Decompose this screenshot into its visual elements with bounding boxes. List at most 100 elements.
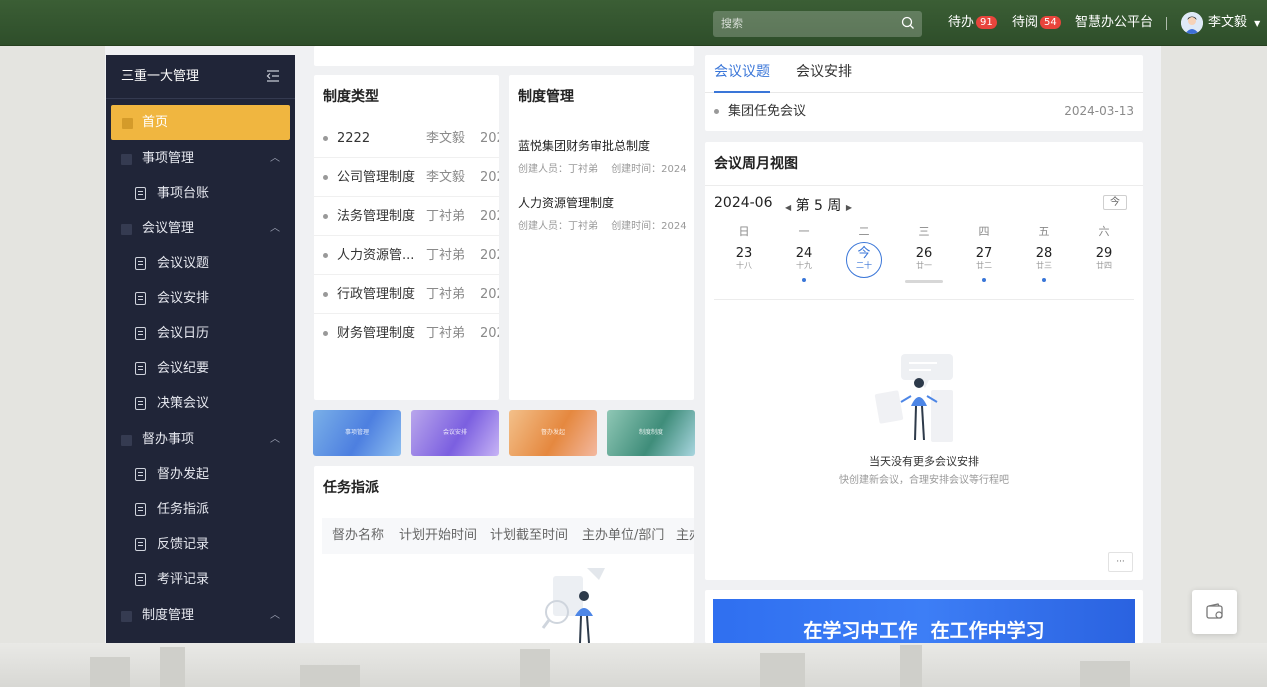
sidebar-item-task-assign[interactable]: 任务指派 bbox=[106, 492, 295, 527]
sidebar-item-feedback[interactable]: 反馈记录 bbox=[106, 527, 295, 562]
type-name: 法务管理制度 bbox=[337, 209, 416, 224]
background-scenery bbox=[0, 643, 1267, 687]
bullet bbox=[323, 331, 328, 336]
column-header: 主办 bbox=[676, 528, 694, 543]
rule-item[interactable]: 人力资源管理制度 创建人员：丁衬弟 创建时间：2024 bbox=[518, 194, 687, 232]
rule-item[interactable]: 蓝悦集团财务审批总制度 创建人员：丁衬弟 创建时间：2024 bbox=[518, 137, 687, 175]
chevron-up-icon: ︿ bbox=[270, 223, 280, 234]
type-user: 丁衬弟 bbox=[426, 209, 466, 224]
folder-icon bbox=[121, 224, 132, 235]
calendar-day[interactable]: 23 十八 bbox=[724, 246, 764, 280]
banner-supervision[interactable]: 督办发起 bbox=[509, 410, 597, 456]
tab-meeting-schedule[interactable]: 会议安排 bbox=[796, 55, 852, 93]
calendar-day[interactable]: 29 廿四 bbox=[1084, 246, 1124, 280]
document-icon bbox=[135, 573, 146, 586]
sidebar-item-meeting-minutes[interactable]: 会议纪要 bbox=[106, 351, 295, 386]
sidebar-item-label: 反馈记录 bbox=[157, 537, 210, 552]
type-user: 丁衬弟 bbox=[426, 326, 466, 341]
sidebar-item-label: 督办事项 bbox=[142, 432, 195, 447]
column-header: 计划开始时间 bbox=[399, 528, 478, 543]
banner-rules[interactable]: 制度制度 bbox=[607, 410, 695, 456]
folder-icon bbox=[121, 611, 132, 622]
list-item[interactable]: 公司管理制度李文毅 202 bbox=[314, 158, 499, 197]
chevron-up-icon: ︿ bbox=[270, 153, 280, 164]
column-header: 主办单位/部门 bbox=[582, 528, 665, 543]
sidebar-item-label: 任务指派 bbox=[157, 502, 210, 517]
rule-types-card: 制度类型 2222李文毅202公司管理制度李文毅202法务管理制度丁衬弟202人… bbox=[314, 75, 499, 400]
rule-title: 人力资源管理制度 bbox=[518, 196, 615, 210]
lunar-date: 十八 bbox=[736, 261, 752, 270]
scrolled-card-edge bbox=[314, 46, 694, 66]
column-header: 计划截至时间 bbox=[490, 528, 569, 543]
sidebar-item-meeting-schedule[interactable]: 会议安排 bbox=[106, 281, 295, 316]
sidebar-item-label: 制度管理 bbox=[142, 608, 195, 623]
list-item[interactable]: 集团任免会议 2024-03-13 bbox=[705, 92, 1143, 131]
list-item[interactable]: 2222 李文毅 202 bbox=[314, 119, 499, 158]
document-icon bbox=[135, 503, 146, 516]
user-name: 李文毅 bbox=[1208, 15, 1248, 30]
search-input[interactable]: 搜索 bbox=[713, 11, 922, 37]
bullet bbox=[323, 292, 328, 297]
chevron-right-icon[interactable]: ▶ bbox=[846, 203, 852, 212]
sidebar-item-label: 事项管理 bbox=[142, 151, 195, 166]
lunar-date: 十九 bbox=[796, 261, 812, 270]
sidebar-group-supervision[interactable]: 督办事项 ︿ bbox=[106, 422, 295, 457]
list-item[interactable]: 法务管理制度丁衬弟 202 bbox=[314, 197, 499, 236]
empty-meeting-illustration bbox=[874, 354, 953, 442]
list-item[interactable]: 人力资源管... 丁衬弟 202 bbox=[314, 236, 499, 275]
folder-icon bbox=[121, 154, 132, 165]
card-title: 会议周月视图 bbox=[714, 156, 798, 172]
sidebar-item-meeting-topics[interactable]: 会议议题 bbox=[106, 246, 295, 281]
collapse-menu-icon[interactable] bbox=[266, 70, 280, 82]
toread-link[interactable]: 待阅 54 bbox=[1012, 0, 1061, 46]
toread-badge: 54 bbox=[1040, 16, 1061, 29]
sidebar-item-matters-ledger[interactable]: 事项台账 bbox=[106, 176, 295, 211]
sidebar-item-label: 首页 bbox=[142, 115, 169, 130]
promo-banner[interactable]: 在学习中工作 在工作中学习 bbox=[713, 599, 1135, 643]
empty-title: 当天没有更多会议安排 bbox=[869, 455, 979, 468]
more-button[interactable]: ··· bbox=[1108, 552, 1133, 572]
banner-matters[interactable]: 事项管理 bbox=[313, 410, 401, 456]
event-dot bbox=[1042, 278, 1046, 282]
chevron-up-icon: ︿ bbox=[270, 434, 280, 445]
platform-link[interactable]: 智慧办公平台 bbox=[1075, 0, 1153, 46]
calendar-day[interactable]: 27 廿二 bbox=[964, 246, 1004, 282]
calendar-day[interactable]: 26 廿一 bbox=[904, 246, 944, 280]
sidebar-group-rules[interactable]: 制度管理 ︿ bbox=[106, 598, 295, 633]
banner-meetings[interactable]: 会议安排 bbox=[411, 410, 499, 456]
meeting-date: 2024-03-13 bbox=[1064, 104, 1134, 118]
sidebar-item-meeting-calendar[interactable]: 会议日历 bbox=[106, 316, 295, 351]
sidebar-item-home[interactable]: 首页 bbox=[111, 105, 290, 140]
list-item[interactable]: 财务管理制度丁衬弟 202 bbox=[314, 314, 499, 353]
folder-icon bbox=[121, 435, 132, 446]
today-button[interactable]: 今 bbox=[1103, 195, 1127, 210]
type-date: 202 bbox=[480, 287, 499, 302]
calendar-day[interactable]: 28 廿三 bbox=[1024, 246, 1064, 282]
todo-link[interactable]: 待办 91 bbox=[948, 0, 997, 46]
type-user: 李文毅 bbox=[426, 170, 466, 185]
sidebar-group-meetings[interactable]: 会议管理 ︿ bbox=[106, 211, 295, 246]
type-name: 2222 bbox=[337, 131, 371, 146]
avatar[interactable] bbox=[1181, 12, 1203, 34]
bullet bbox=[323, 175, 328, 180]
sidebar-item-label: 会议议题 bbox=[157, 256, 210, 271]
chevron-left-icon[interactable]: ◀ bbox=[785, 203, 791, 212]
weekday-label: 六 bbox=[1098, 225, 1110, 238]
search-placeholder: 搜索 bbox=[721, 17, 743, 30]
sidebar-group-matters[interactable]: 事项管理 ︿ bbox=[106, 141, 295, 176]
meeting-title: 集团任免会议 bbox=[728, 104, 807, 119]
divider bbox=[705, 185, 1143, 186]
user-menu[interactable]: 李文毅 ▼ bbox=[1208, 0, 1260, 46]
type-name: 公司管理制度 bbox=[337, 170, 416, 185]
sidebar-item-supervision-start[interactable]: 督办发起 bbox=[106, 457, 295, 492]
empty-subtitle: 快创建新会议，合理安排会议等行程吧 bbox=[839, 475, 1009, 486]
calendar-day[interactable]: 24 十九 bbox=[784, 246, 824, 282]
sidebar-item-decision-meeting[interactable]: 决策会议 bbox=[106, 386, 295, 421]
calendar-day[interactable]: 今二十 bbox=[844, 242, 884, 280]
type-date: 202 bbox=[480, 209, 499, 224]
list-item[interactable]: 行政管理制度丁衬弟 202 bbox=[314, 275, 499, 314]
sidebar-item-evaluation[interactable]: 考评记录 bbox=[106, 562, 295, 597]
tab-meeting-topics[interactable]: 会议议题 bbox=[714, 55, 770, 93]
search-icon[interactable] bbox=[901, 16, 915, 30]
floating-action-button[interactable] bbox=[1192, 590, 1237, 634]
